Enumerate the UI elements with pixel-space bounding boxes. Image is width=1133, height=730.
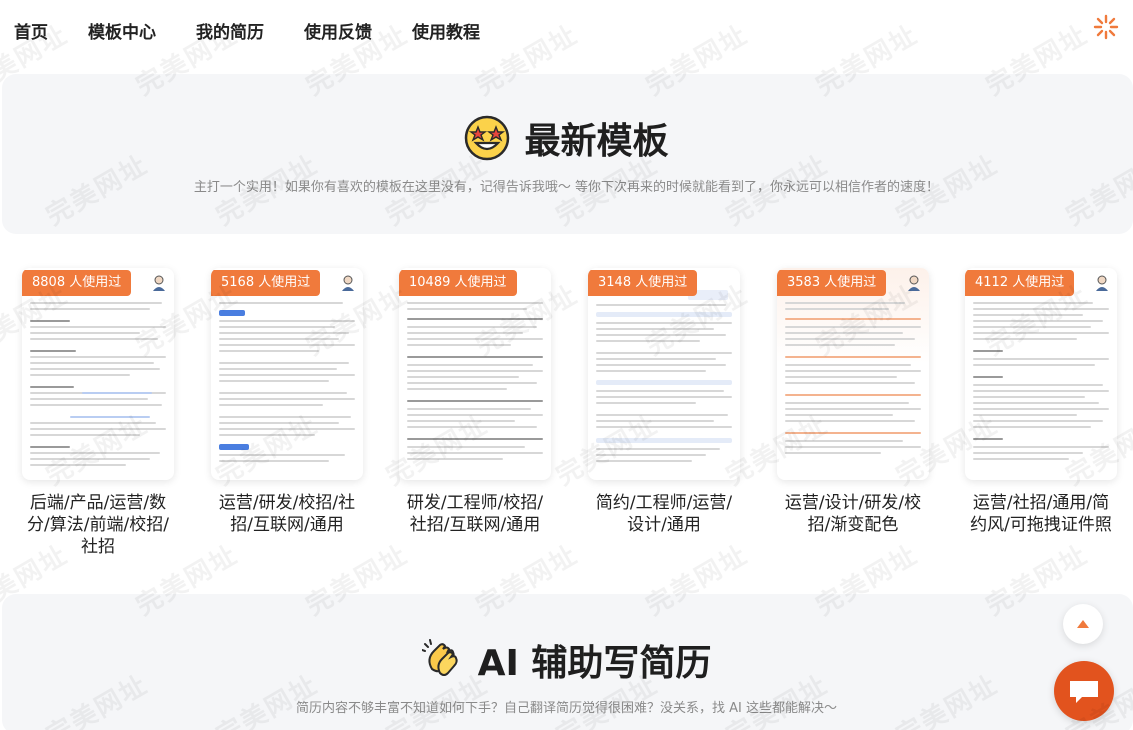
- latest-templates-subtitle: 主打一个实用！如果你有喜欢的模板在这里没有，记得告诉我哦～ 等你下次再来的时候就…: [193, 180, 940, 195]
- template-card[interactable]: 3148 人使用过 简约/工程师/运营/设计/通用: [588, 268, 740, 536]
- template-thumbnail[interactable]: 3583 人使用过: [777, 268, 929, 480]
- template-thumbnail[interactable]: 4112 人使用过: [965, 268, 1117, 480]
- usage-count-badge: 8808 人使用过: [22, 270, 132, 296]
- template-card[interactable]: 10489 人使用过 研发/工程师/校招/社招/互联网/通用: [399, 268, 551, 536]
- template-card[interactable]: 4112 人使用过 运营/社招/通用/简约风/可拖拽证件照: [965, 268, 1117, 536]
- template-tags: 运营/社招/通用/简约风/可拖拽证件照: [970, 493, 1112, 535]
- usage-count-badge: 10489 人使用过: [399, 270, 517, 296]
- nav-template-center[interactable]: 模板中心: [88, 18, 156, 43]
- top-nav: 首页 模板中心 我的简历 使用反馈 使用教程: [0, 0, 1133, 60]
- template-thumbnail[interactable]: 3148 人使用过: [588, 268, 740, 480]
- template-card[interactable]: 5168 人使用过 运营/研发/校招/社招/互联网/通用: [211, 268, 363, 536]
- ai-assist-title: AI 辅助写简历: [0, 634, 1133, 686]
- clapping-hands-emoji-icon: [421, 639, 458, 676]
- latest-templates-title: 最新模板: [0, 112, 1133, 164]
- scroll-top-button[interactable]: [1063, 604, 1103, 644]
- latest-templates-heading: 最新模板: [524, 121, 669, 162]
- template-thumbnail[interactable]: 8808 人使用过: [22, 268, 174, 480]
- chat-button[interactable]: [1054, 661, 1114, 721]
- template-tags: 后端/产品/运营/数分/算法/前端/校招/社招: [27, 493, 169, 557]
- template-tags: 研发/工程师/校招/社招/互联网/通用: [406, 493, 544, 535]
- nav-feedback[interactable]: 使用反馈: [304, 18, 372, 43]
- template-card[interactable]: 8808 人使用过 后端/产品/运营/数分/算法/前端/校招/社招: [22, 268, 174, 558]
- usage-count-badge: 3148 人使用过: [588, 270, 698, 296]
- template-thumbnail[interactable]: 5168 人使用过: [211, 268, 363, 480]
- sun-logo-icon[interactable]: [1093, 14, 1119, 40]
- arrow-up-icon: [1077, 620, 1089, 628]
- usage-count-badge: 5168 人使用过: [211, 270, 321, 296]
- nav-tutorial[interactable]: 使用教程: [412, 18, 480, 43]
- chat-bubble-icon: [1070, 681, 1098, 703]
- template-tags: 运营/研发/校招/社招/互联网/通用: [218, 493, 356, 535]
- usage-count-badge: 4112 人使用过: [965, 270, 1075, 296]
- usage-count-badge: 3583 人使用过: [777, 270, 887, 296]
- template-tags: 运营/设计/研发/校招/渐变配色: [784, 493, 922, 535]
- nav-my-resume[interactable]: 我的简历: [196, 18, 264, 43]
- avatar-icon: [153, 275, 165, 291]
- ai-assist-heading: AI 辅助写简历: [477, 643, 712, 684]
- star-struck-emoji-icon: [465, 115, 510, 161]
- template-thumbnail[interactable]: 10489 人使用过: [399, 268, 551, 480]
- nav-home[interactable]: 首页: [14, 18, 48, 43]
- avatar-icon: [1096, 275, 1108, 291]
- ai-assist-subtitle: 简历内容不够丰富不知道如何下手？自己翻译简历觉得很困难？没关系，找 AI 这些都…: [296, 701, 837, 716]
- template-tags: 简约/工程师/运营/设计/通用: [595, 493, 733, 535]
- template-card[interactable]: 3583 人使用过 运营/设计/研发/校招/渐变配色: [777, 268, 929, 536]
- avatar-icon: [908, 275, 920, 291]
- avatar-icon: [342, 275, 354, 291]
